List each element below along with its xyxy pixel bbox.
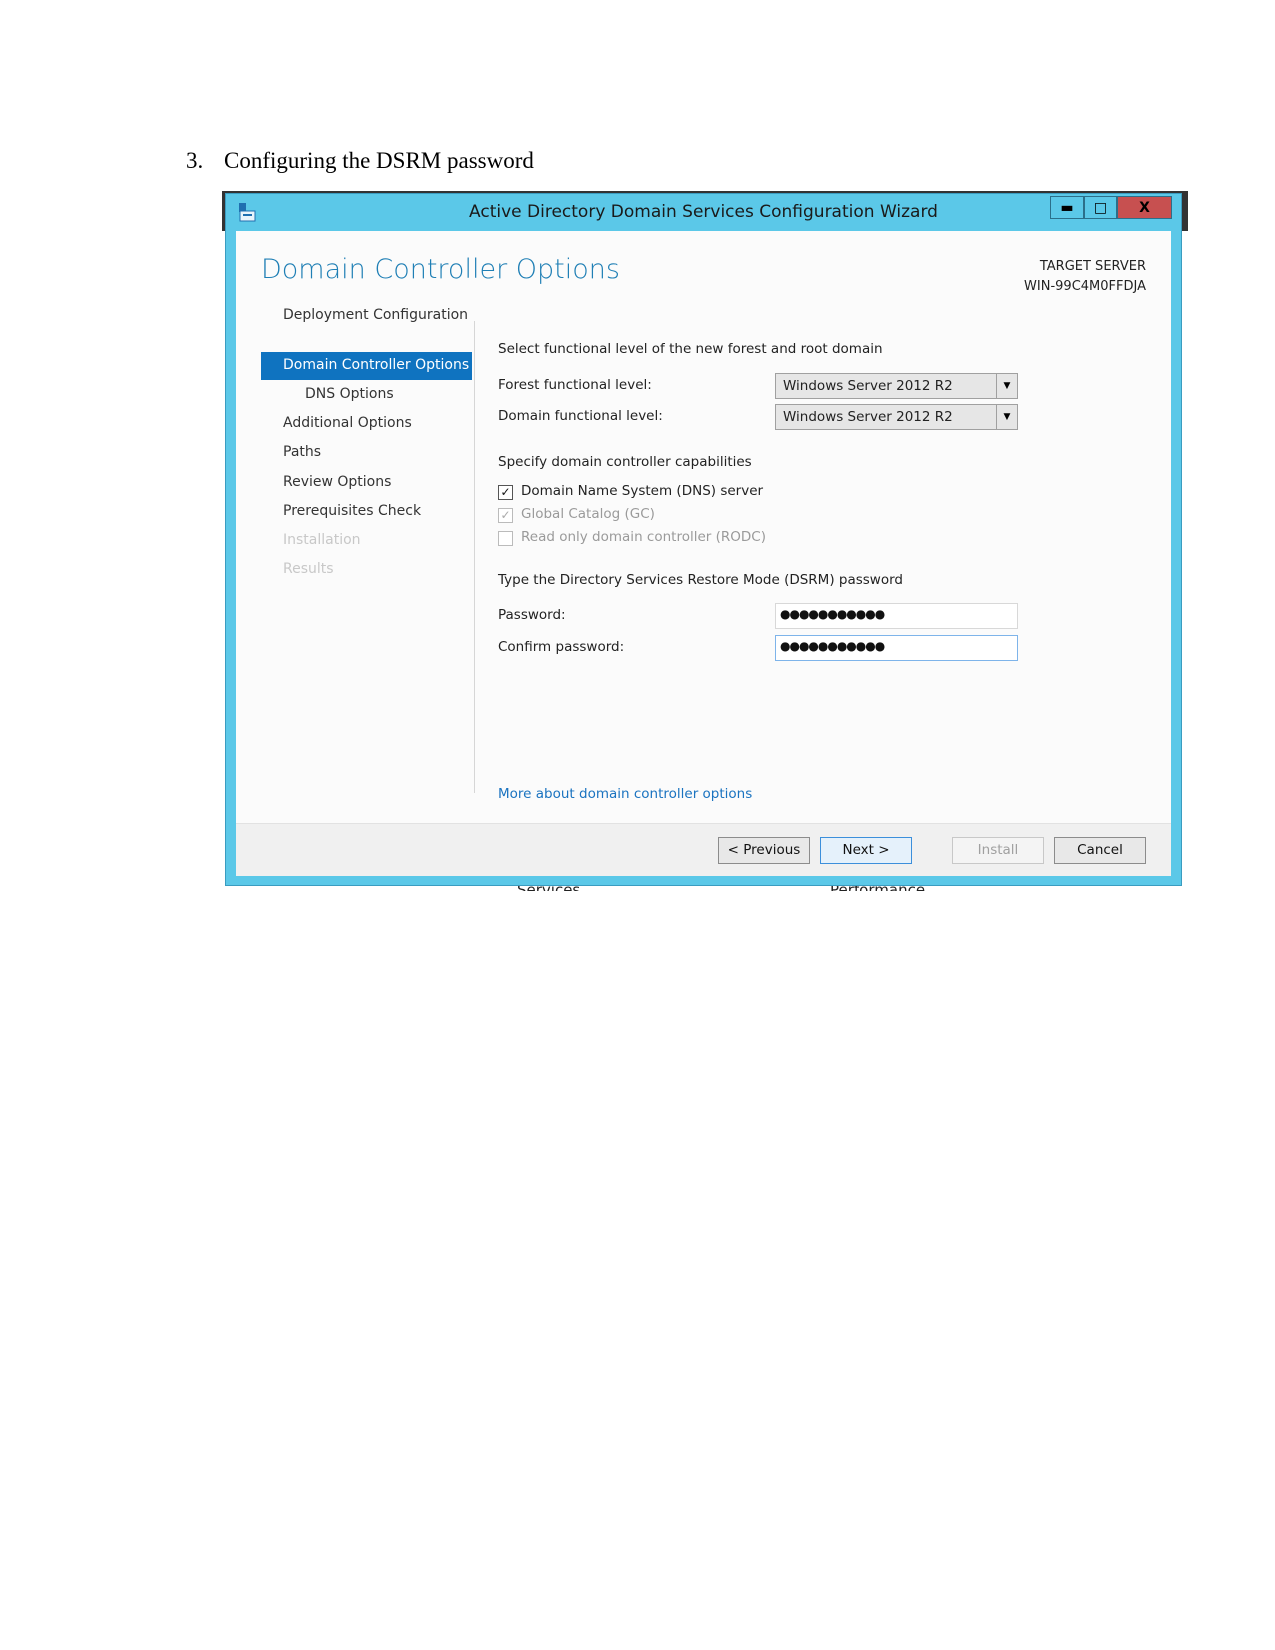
target-server: TARGET SERVER WIN-99C4M0FFDJA (1024, 257, 1146, 297)
more-info-link[interactable]: More about domain controller options (498, 786, 752, 802)
nav-item-results: Results (283, 561, 334, 577)
nav-item-paths[interactable]: Paths (283, 444, 321, 460)
minimize-button[interactable]: ▬ (1050, 196, 1084, 219)
chevron-down-icon: ▼ (996, 374, 1017, 398)
nav-item-additional-options[interactable]: Additional Options (283, 415, 412, 431)
step-number: 3. (186, 148, 204, 173)
maximize-button[interactable]: □ (1084, 196, 1117, 219)
next-button[interactable]: Next > (820, 837, 912, 864)
window-title: Active Directory Domain Services Configu… (469, 202, 938, 222)
title-bar[interactable]: Active Directory Domain Services Configu… (226, 194, 1181, 231)
wizard-window: Active Directory Domain Services Configu… (226, 194, 1181, 885)
password-label: Password: (498, 607, 566, 623)
global-catalog-checkbox: ✓ (498, 508, 513, 523)
domain-level-label: Domain functional level: (498, 408, 663, 424)
password-value: ●●●●●●●●●●● (780, 607, 885, 621)
nav-item-installation: Installation (283, 532, 361, 548)
previous-button[interactable]: < Previous (718, 837, 810, 864)
dns-server-checkbox[interactable]: ✓ (498, 485, 513, 500)
nav-divider (474, 321, 475, 793)
confirm-password-value: ●●●●●●●●●●● (780, 639, 885, 653)
target-server-name: WIN-99C4M0FFDJA (1024, 279, 1146, 294)
domain-level-value: Windows Server 2012 R2 (783, 409, 953, 425)
close-button[interactable]: X (1117, 196, 1172, 219)
page-title: Domain Controller Options (261, 254, 620, 285)
rodc-label: Read only domain controller (RODC) (521, 529, 766, 545)
nav-item-dns-options[interactable]: DNS Options (305, 386, 394, 402)
nav-item-domain-controller-options[interactable]: Domain Controller Options (283, 357, 469, 373)
dsrm-heading: Type the Directory Services Restore Mode… (498, 572, 903, 588)
forest-level-value: Windows Server 2012 R2 (783, 378, 953, 394)
global-catalog-label: Global Catalog (GC) (521, 506, 655, 522)
nav-item-deployment-configuration[interactable]: Deployment Configuration (283, 307, 468, 323)
capabilities-heading: Specify domain controller capabilities (498, 454, 752, 470)
cancel-button[interactable]: Cancel (1054, 837, 1146, 864)
domain-level-dropdown[interactable]: Windows Server 2012 R2 ▼ (775, 404, 1018, 430)
confirm-password-field[interactable]: ●●●●●●●●●●● (775, 635, 1018, 661)
functional-level-heading: Select functional level of the new fores… (498, 341, 883, 357)
confirm-password-label: Confirm password: (498, 639, 625, 655)
rodc-checkbox (498, 531, 513, 546)
forest-level-label: Forest functional level: (498, 377, 652, 393)
nav-item-prerequisites-check[interactable]: Prerequisites Check (283, 503, 421, 519)
chevron-down-icon: ▼ (996, 405, 1017, 429)
install-button: Install (952, 837, 1044, 864)
dns-server-label: Domain Name System (DNS) server (521, 483, 764, 499)
forest-level-dropdown[interactable]: Windows Server 2012 R2 ▼ (775, 373, 1018, 399)
nav-item-review-options[interactable]: Review Options (283, 474, 391, 490)
target-server-label: TARGET SERVER (1039, 259, 1146, 274)
button-bar: < Previous Next > Install Cancel (236, 823, 1171, 876)
password-field[interactable]: ●●●●●●●●●●● (775, 603, 1018, 629)
wizard-body: Domain Controller Options TARGET SERVER … (236, 231, 1171, 876)
document-page: 3. Configuring the DSRM password Services… (0, 0, 1275, 1650)
step-title: Configuring the DSRM password (224, 148, 534, 173)
step-heading: 3. Configuring the DSRM password (186, 148, 534, 174)
